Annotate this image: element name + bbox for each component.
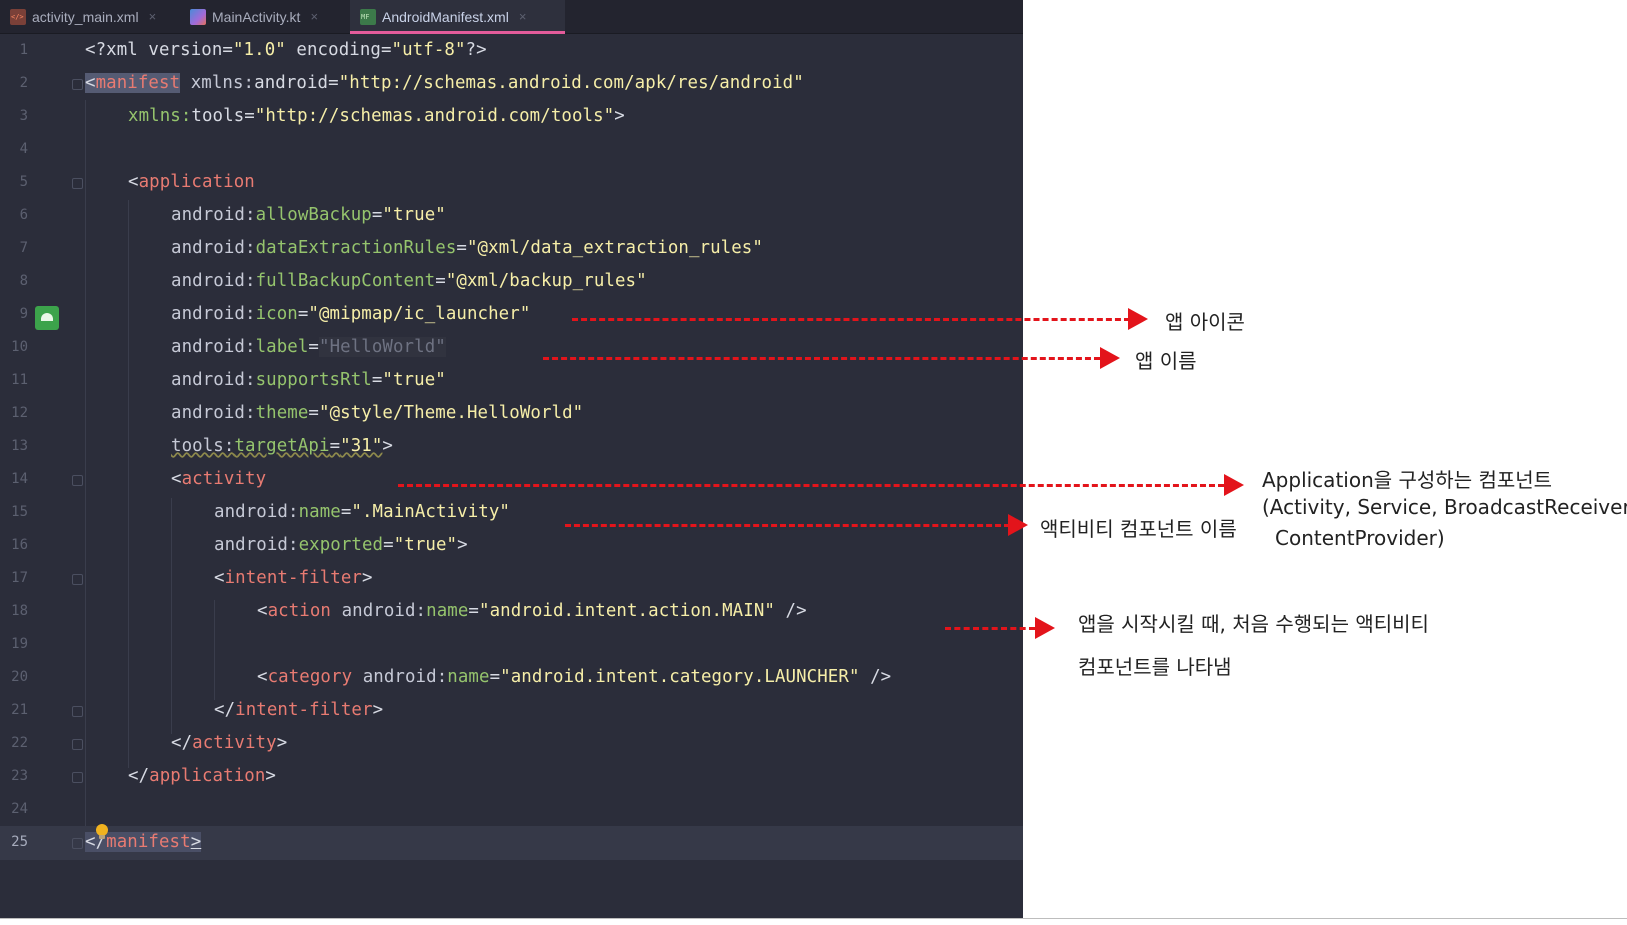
- tab-main-activity-kt[interactable]: MainActivity.kt ×: [190, 0, 340, 33]
- code-line-14[interactable]: 14 <activity: [0, 463, 1023, 497]
- line-number: 11: [11, 372, 28, 388]
- line-number: 22: [11, 735, 28, 751]
- code-line-3[interactable]: 3 xmlns:tools="http://schemas.android.co…: [0, 100, 1023, 134]
- android-gutter-icon[interactable]: [35, 306, 59, 330]
- code-line-13[interactable]: 13 tools:targetApi="31">: [0, 430, 1023, 464]
- code-line-16[interactable]: 16 android:exported="true">: [0, 529, 1023, 563]
- code-line-18[interactable]: 18 <action android:name="android.intent.…: [0, 595, 1023, 629]
- line-number: 13: [11, 438, 28, 454]
- code-line-2[interactable]: 2 <manifest xmlns:android="http://schema…: [0, 67, 1023, 101]
- line-number: 10: [11, 339, 28, 355]
- code-line-9[interactable]: 9 android:icon="@mipmap/ic_launcher": [0, 298, 1023, 332]
- line-number: 21: [11, 702, 28, 718]
- line-number: 19: [11, 636, 28, 652]
- fold-marker-icon[interactable]: [72, 838, 83, 849]
- code-line-6[interactable]: 6 android:allowBackup="true": [0, 199, 1023, 233]
- tab-label: AndroidManifest.xml: [382, 8, 509, 25]
- note-activity-name: 액티비티 컴포넌트 이름: [1040, 517, 1237, 541]
- fold-marker-icon[interactable]: [72, 178, 83, 189]
- line-number: 6: [19, 207, 28, 223]
- line-number: 7: [19, 240, 28, 256]
- note-components-line3: ContentProvider): [1275, 526, 1445, 550]
- line-number: 23: [11, 768, 28, 784]
- fold-marker-icon[interactable]: [72, 79, 83, 90]
- lightbulb-icon[interactable]: [96, 824, 108, 839]
- line-number: 25: [11, 834, 28, 850]
- fold-marker-icon[interactable]: [72, 706, 83, 717]
- line-number: 18: [11, 603, 28, 619]
- code-line-12[interactable]: 12 android:theme="@style/Theme.HelloWorl…: [0, 397, 1023, 431]
- close-icon[interactable]: ×: [149, 9, 157, 24]
- line-number: 5: [19, 174, 28, 190]
- code-line-24[interactable]: 24: [0, 793, 1023, 827]
- code-line-19[interactable]: 19: [0, 628, 1023, 662]
- line-number: 2: [19, 75, 28, 91]
- fold-marker-icon[interactable]: [72, 739, 83, 750]
- line-number: 17: [11, 570, 28, 586]
- code-line-1[interactable]: 1 <?xml version="1.0" encoding="utf-8"?>: [0, 34, 1023, 68]
- note-components-line2: (Activity, Service, BroadcastReceiver,: [1262, 495, 1627, 519]
- arrow-icon-annotation: [572, 318, 1130, 321]
- fold-marker-icon[interactable]: [72, 574, 83, 585]
- note-app-icon: 앱 아이콘: [1165, 310, 1245, 334]
- code-line-21[interactable]: 21 </intent-filter>: [0, 694, 1023, 728]
- arrow-activity-name-annotation: [565, 524, 1010, 527]
- code-line-20[interactable]: 20 <category android:name="android.inten…: [0, 661, 1023, 695]
- code-line-25[interactable]: 25 </manifest>: [0, 826, 1023, 860]
- code-line-23[interactable]: 23 </application>: [0, 760, 1023, 794]
- code-line-4[interactable]: 4: [0, 133, 1023, 167]
- arrowhead-icon: [1100, 347, 1120, 369]
- editor-tab-bar: activity_main.xml × MainActivity.kt × An…: [0, 0, 1023, 34]
- code-editor: activity_main.xml × MainActivity.kt × An…: [0, 0, 1023, 918]
- note-launcher-line2: 컴포넌트를 나타냄: [1078, 655, 1232, 679]
- note-components-line1: Application을 구성하는 컴포넌트: [1262, 468, 1553, 492]
- line-number: 15: [11, 504, 28, 520]
- kotlin-file-icon: [190, 8, 206, 25]
- line-number: 9: [19, 306, 28, 322]
- code-line-8[interactable]: 8 android:fullBackupContent="@xml/backup…: [0, 265, 1023, 299]
- arrow-activity-annotation: [398, 484, 1224, 487]
- close-icon[interactable]: ×: [519, 9, 527, 24]
- arrowhead-icon: [1224, 474, 1244, 496]
- line-number: 14: [11, 471, 28, 487]
- note-app-name: 앱 이름: [1135, 349, 1197, 373]
- arrow-label-annotation: [543, 357, 1100, 360]
- line-number: 12: [11, 405, 28, 421]
- code-line-5[interactable]: 5 <application: [0, 166, 1023, 200]
- line-number: 8: [19, 273, 28, 289]
- code-line-22[interactable]: 22 </activity>: [0, 727, 1023, 761]
- close-icon[interactable]: ×: [310, 9, 318, 24]
- tab-android-manifest-xml[interactable]: AndroidManifest.xml ×: [350, 0, 565, 34]
- line-number: 16: [11, 537, 28, 553]
- code-line-7[interactable]: 7 android:dataExtractionRules="@xml/data…: [0, 232, 1023, 266]
- line-number: 1: [19, 42, 28, 58]
- tab-label: activity_main.xml: [32, 8, 139, 25]
- manifest-file-icon: [360, 8, 376, 25]
- line-number: 3: [19, 108, 28, 124]
- fold-marker-icon[interactable]: [72, 772, 83, 783]
- fold-marker-icon[interactable]: [72, 475, 83, 486]
- tab-label: MainActivity.kt: [212, 8, 301, 25]
- arrow-launcher-annotation: [945, 627, 1035, 630]
- arrowhead-icon: [1128, 308, 1148, 330]
- line-number: 20: [11, 669, 28, 685]
- code-line-17[interactable]: 17 <intent-filter>: [0, 562, 1023, 596]
- arrowhead-icon: [1035, 617, 1055, 639]
- line-number: 4: [19, 141, 28, 157]
- code-line-11[interactable]: 11 android:supportsRtl="true": [0, 364, 1023, 398]
- arrowhead-icon: [1008, 514, 1028, 536]
- xml-file-icon: [10, 8, 26, 25]
- note-launcher-line1: 앱을 시작시킬 때, 처음 수행되는 액티비티: [1078, 612, 1429, 636]
- tab-activity-main-xml[interactable]: activity_main.xml ×: [10, 0, 178, 33]
- line-number: 24: [11, 801, 28, 817]
